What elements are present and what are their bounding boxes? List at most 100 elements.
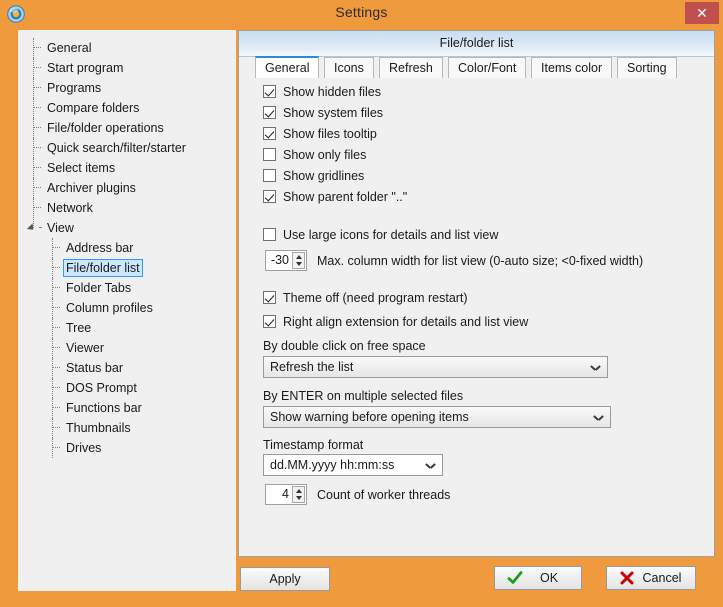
tree-item-file-folder-list[interactable]: File/folder list: [18, 258, 236, 278]
tree-item-label: Programs: [44, 78, 104, 98]
tab-label: Refresh: [389, 61, 433, 75]
checkbox-box: [263, 291, 276, 304]
tree-item-dos-prompt[interactable]: DOS Prompt: [18, 378, 236, 398]
max-column-width-value[interactable]: -30: [266, 251, 292, 270]
apply-button-label: Apply: [241, 568, 329, 590]
settings-tree[interactable]: GeneralStart programProgramsCompare fold…: [18, 30, 236, 591]
checkbox-theme-off[interactable]: Theme off (need program restart): [263, 289, 468, 307]
ok-button[interactable]: OK: [494, 566, 582, 590]
double-click-combo[interactable]: Refresh the list: [263, 356, 608, 378]
tab-strip[interactable]: GeneralIcons Refresh Color/Font Items color…: [239, 57, 714, 79]
apply-button[interactable]: Apply: [240, 567, 330, 591]
spinner-up-icon[interactable]: [296, 489, 302, 493]
checkbox-box: [263, 148, 276, 161]
checkbox-box: [263, 106, 276, 119]
close-button[interactable]: ✕: [685, 2, 719, 24]
enter-multiple-combo[interactable]: Show warning before opening items: [263, 406, 611, 428]
checkbox-label: Show system files: [283, 106, 383, 120]
max-column-width-spinner[interactable]: -30: [265, 250, 307, 271]
checkbox-show-system-files[interactable]: Show system files: [263, 104, 383, 122]
settings-window: Settings ✕ GeneralStart programProgramsC…: [0, 0, 723, 607]
checkbox-box: [263, 190, 276, 203]
tree-item-label: Quick search/filter/starter: [44, 138, 189, 158]
general-tab-body: Show hidden files Show system files Show…: [239, 78, 714, 556]
tab-skew-separator: [242, 60, 256, 78]
cancel-button[interactable]: Cancel: [606, 566, 696, 590]
tab-items-color[interactable]: Items color: [531, 57, 612, 78]
worker-threads-spinner[interactable]: 4: [265, 484, 307, 505]
tree-item-label: Folder Tabs: [63, 278, 134, 298]
tree-item-folder-tabs[interactable]: Folder Tabs: [18, 278, 236, 298]
checkbox-box: [263, 85, 276, 98]
checkbox-label: Right align extension for details and li…: [283, 315, 528, 329]
expand-arrow-icon[interactable]: [27, 223, 36, 232]
tree-item-start-program[interactable]: Start program: [18, 58, 236, 78]
checkbox-use-large-icons[interactable]: Use large icons for details and list vie…: [263, 226, 498, 244]
tree-item-compare-folders[interactable]: Compare folders: [18, 98, 236, 118]
checkbox-label: Show hidden files: [283, 85, 381, 99]
tree-item-network[interactable]: Network: [18, 198, 236, 218]
tree-item-label: Column profiles: [63, 298, 156, 318]
tree-item-label: DOS Prompt: [63, 378, 140, 398]
tree-item-label: Status bar: [63, 358, 126, 378]
tree-item-label: Archiver plugins: [44, 178, 139, 198]
chevron-down-icon: [427, 463, 434, 467]
checkbox-show-only-files[interactable]: Show only files: [263, 146, 366, 164]
timestamp-value[interactable]: dd.MM.yyyy hh:mm:ss: [270, 455, 394, 475]
tree-item-select-items[interactable]: Select items: [18, 158, 236, 178]
tab-general[interactable]: General: [255, 56, 319, 78]
chevron-down-icon: [592, 365, 599, 369]
enter-multiple-label: By ENTER on multiple selected files: [263, 387, 463, 405]
tree-item-label: Start program: [44, 58, 126, 78]
tree-item-address-bar[interactable]: Address bar: [18, 238, 236, 258]
tree-item-label: File/folder list: [63, 259, 143, 277]
tree-item-label: Address bar: [63, 238, 136, 258]
tree-item-tree[interactable]: Tree: [18, 318, 236, 338]
checkbox-show-hidden-files[interactable]: Show hidden files: [263, 83, 381, 101]
tree-item-drives[interactable]: Drives: [18, 438, 236, 458]
tree-item-archiver-plugins[interactable]: Archiver plugins: [18, 178, 236, 198]
window-title: Settings: [0, 4, 723, 20]
tree-item-label: Compare folders: [44, 98, 142, 118]
tree-item-view[interactable]: View: [18, 218, 236, 238]
tree-item-label: Thumbnails: [63, 418, 134, 438]
tree-item-label: Drives: [63, 438, 104, 458]
cancel-button-label: Cancel: [607, 567, 695, 589]
tab-color-font[interactable]: Color/Font: [448, 57, 526, 78]
tree-item-column-profiles[interactable]: Column profiles: [18, 298, 236, 318]
tree-item-quick-search-filter-starter[interactable]: Quick search/filter/starter: [18, 138, 236, 158]
tab-sorting[interactable]: Sorting: [617, 57, 677, 78]
spinner-down-icon[interactable]: [296, 496, 302, 500]
tab-icons[interactable]: Icons: [324, 57, 374, 78]
tree-item-label: General: [44, 38, 94, 58]
tree-item-thumbnails[interactable]: Thumbnails: [18, 418, 236, 438]
checkbox-box: [263, 127, 276, 140]
tab-refresh[interactable]: Refresh: [379, 57, 443, 78]
checkbox-label: Show only files: [283, 148, 366, 162]
tree-item-general[interactable]: General: [18, 38, 236, 58]
enter-multiple-value: Show warning before opening items: [270, 407, 469, 427]
tab-label: Color/Font: [458, 61, 516, 75]
tree-item-status-bar[interactable]: Status bar: [18, 358, 236, 378]
tree-item-viewer[interactable]: Viewer: [18, 338, 236, 358]
checkbox-show-gridlines[interactable]: Show gridlines: [263, 167, 364, 185]
spinner-down-icon[interactable]: [296, 262, 302, 266]
checkbox-label: Theme off (need program restart): [283, 291, 468, 305]
worker-threads-value[interactable]: 4: [266, 485, 292, 504]
checkbox-show-files-tooltip[interactable]: Show files tooltip: [263, 125, 377, 143]
tree-item-functions-bar[interactable]: Functions bar: [18, 398, 236, 418]
chevron-down-icon: [595, 415, 602, 419]
timestamp-combo[interactable]: dd.MM.yyyy hh:mm:ss: [263, 454, 443, 476]
checkbox-show-parent-folder[interactable]: Show parent folder "..": [263, 188, 407, 206]
spinner-up-icon[interactable]: [296, 255, 302, 259]
tree-connector: [39, 227, 41, 229]
tree-item-file-folder-operations[interactable]: File/folder operations: [18, 118, 236, 138]
tree-item-label: Tree: [63, 318, 94, 338]
spinner-buttons[interactable]: [292, 486, 305, 503]
checkbox-right-align-extension[interactable]: Right align extension for details and li…: [263, 313, 528, 331]
spinner-buttons[interactable]: [292, 252, 305, 269]
double-click-label: By double click on free space: [263, 337, 426, 355]
tree-item-label: Select items: [44, 158, 118, 178]
checkbox-label: Show files tooltip: [283, 127, 377, 141]
tree-item-programs[interactable]: Programs: [18, 78, 236, 98]
